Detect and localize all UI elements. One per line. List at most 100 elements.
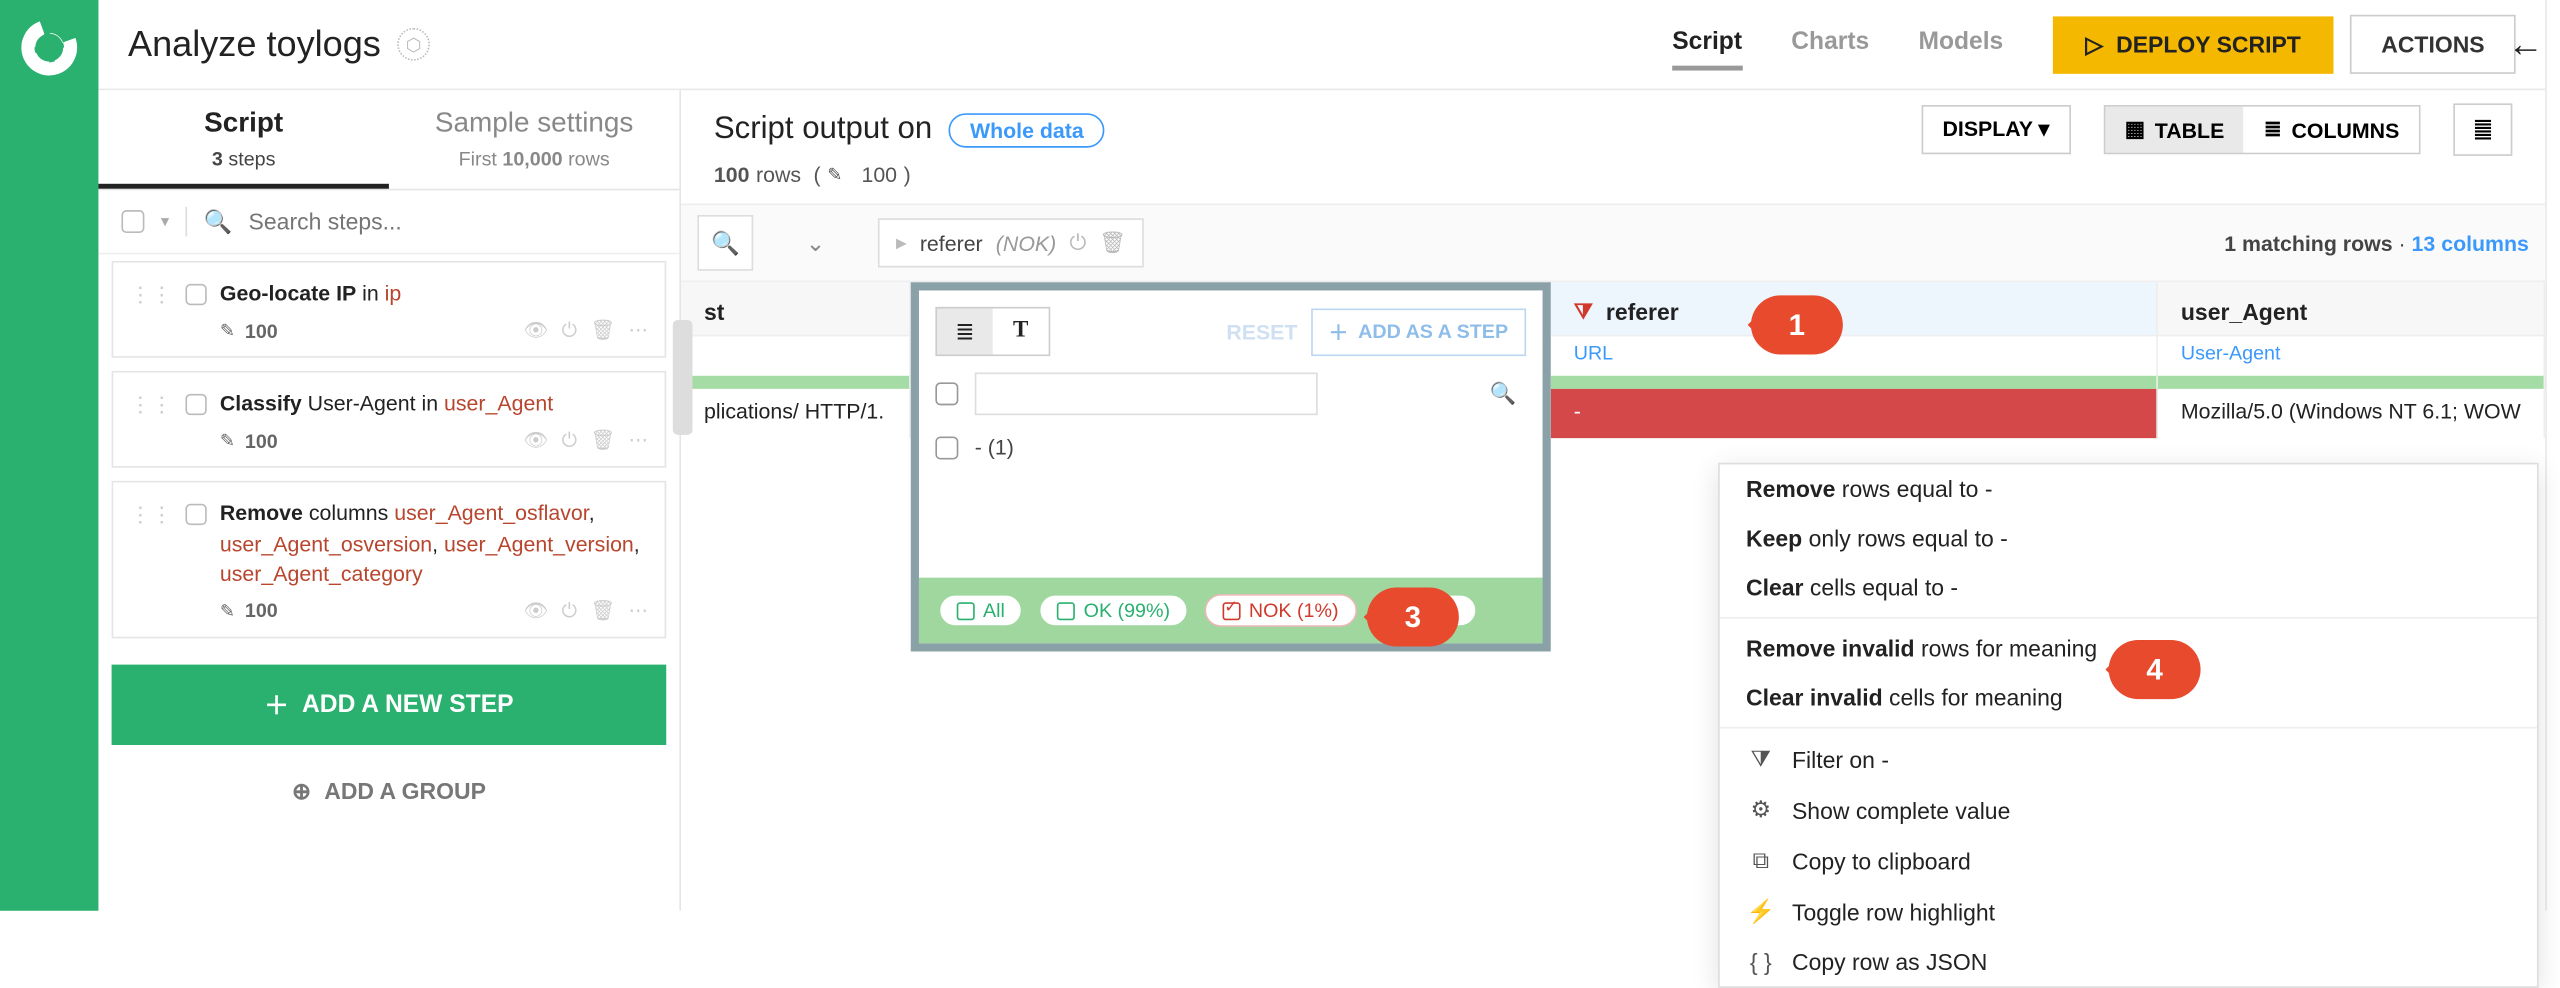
more-icon[interactable]: ⋯ bbox=[629, 319, 649, 344]
filter-nok: (NOK) bbox=[996, 231, 1056, 256]
power-icon[interactable]: ⏻ bbox=[562, 599, 578, 624]
power-icon[interactable]: ⏻ bbox=[562, 429, 578, 454]
expand-toggle-icon[interactable]: ⌄ bbox=[770, 229, 862, 257]
trash-icon[interactable]: 🗑 bbox=[590, 599, 615, 624]
list-view-icon[interactable]: ≣ bbox=[937, 309, 993, 355]
add-group-button[interactable]: ⊕ ADD A GROUP bbox=[112, 765, 667, 819]
chart-button[interactable]: ䷀ bbox=[2453, 103, 2512, 156]
main-area: Analyze toylogs ⬡ Script Charts Models ▷… bbox=[98, 0, 2545, 911]
step-checkbox[interactable] bbox=[185, 504, 206, 525]
caret-down-icon: ▾ bbox=[2039, 117, 2050, 142]
nav-tab-script[interactable]: Script bbox=[1672, 18, 1742, 71]
drag-handle-icon[interactable]: ⋮⋮ bbox=[130, 394, 173, 415]
col-header-st[interactable]: st bbox=[681, 282, 911, 335]
step-item[interactable]: ⋮⋮ Classify User-Agent in user_Agent ✎ 1… bbox=[112, 371, 667, 468]
ctx-copy-clipboard[interactable]: ⧉ Copy to clipboard bbox=[1720, 835, 2537, 886]
active-column-filter[interactable]: ▸ referer (NOK) ⏻ 🗑 bbox=[878, 218, 1145, 267]
step-checkbox[interactable] bbox=[185, 394, 206, 415]
trash-icon[interactable]: 🗑 bbox=[590, 319, 615, 344]
lp-tab-sample[interactable]: Sample settings bbox=[389, 90, 679, 147]
copy-icon: ⧉ bbox=[1746, 847, 1776, 875]
resize-handle[interactable] bbox=[673, 320, 693, 435]
popover-item-checkbox[interactable] bbox=[935, 436, 958, 459]
callout-4: 4 bbox=[2109, 640, 2201, 699]
text-view-icon[interactable]: T bbox=[993, 309, 1049, 355]
popover-select-all-checkbox[interactable] bbox=[935, 382, 958, 405]
col-header-user-agent[interactable]: user_Agent User-Agent bbox=[2158, 282, 2545, 335]
step-title: Geo-locate IP in ip bbox=[220, 279, 648, 309]
pencil-icon: ✎ bbox=[827, 164, 842, 185]
more-icon[interactable]: ⋯ bbox=[629, 599, 649, 624]
pill-ok[interactable]: OK (99%) bbox=[1039, 594, 1188, 627]
eye-icon[interactable]: 👁 bbox=[524, 429, 549, 454]
body: Script Sample settings 3 steps First 10,… bbox=[98, 90, 2545, 911]
add-group-label: ADD A GROUP bbox=[324, 779, 486, 805]
drag-handle-icon[interactable]: ⋮⋮ bbox=[130, 504, 173, 525]
ctx-toggle-highlight[interactable]: ⚡ Toggle row highlight bbox=[1720, 886, 2537, 937]
reset-button[interactable]: RESET bbox=[1226, 319, 1297, 344]
drag-handle-icon[interactable]: ⋮⋮ bbox=[130, 284, 173, 305]
display-button[interactable]: DISPLAY ▾ bbox=[1921, 105, 2070, 154]
match-info: 1 matching rows · 13 columns bbox=[2224, 231, 2529, 256]
column-analyze-popover: ≣ T RESET ＋ ADD AS A STEP bbox=[911, 282, 1551, 651]
plus-circle-icon: ⊕ bbox=[292, 778, 311, 806]
trash-icon[interactable]: 🗑 bbox=[590, 429, 615, 454]
output-title: Script output on bbox=[714, 112, 932, 148]
columns-link[interactable]: 13 columns bbox=[2412, 231, 2529, 256]
add-step-button[interactable]: ＋ ADD A NEW STEP bbox=[112, 665, 667, 745]
pill-nok[interactable]: NOK (1%) bbox=[1205, 594, 1357, 627]
view-columns-button[interactable]: ≣ COLUMNS bbox=[2244, 107, 2419, 153]
eye-icon[interactable]: 👁 bbox=[524, 319, 549, 344]
add-step-label: ADD A NEW STEP bbox=[302, 691, 514, 719]
actions-button[interactable]: ACTIONS bbox=[2350, 15, 2516, 74]
ctx-keep-equal[interactable]: Keep only rows equal to - bbox=[1720, 514, 2537, 563]
callout-3: 3 bbox=[1367, 587, 1459, 646]
step-rows: 100 bbox=[245, 430, 278, 453]
ctx-remove-equal[interactable]: Remove rows equal to - bbox=[1720, 464, 2537, 513]
add-as-step-button[interactable]: ＋ ADD AS A STEP bbox=[1311, 308, 1527, 356]
lp-sub-sample: First 10,000 rows bbox=[389, 148, 679, 189]
col-header-referer[interactable]: ⧩ referer URL bbox=[1551, 282, 2158, 335]
cell-referer[interactable]: - bbox=[1551, 389, 2158, 438]
title-info-icon[interactable]: ⬡ bbox=[397, 28, 430, 61]
ctx-filter-on[interactable]: ⧩ Filter on - bbox=[1720, 734, 2537, 785]
lp-tab-script[interactable]: Script bbox=[98, 90, 388, 147]
deploy-button[interactable]: ▷ DEPLOY SCRIPT bbox=[2053, 16, 2334, 73]
nav-tab-models[interactable]: Models bbox=[1918, 18, 2003, 71]
step-item[interactable]: ⋮⋮ Geo-locate IP in ip ✎ 100 👁 ⏻ bbox=[112, 261, 667, 358]
nav-tab-charts[interactable]: Charts bbox=[1791, 18, 1869, 71]
column-filter-row: 🔍 ⌄ ▸ referer (NOK) ⏻ 🗑 1 matching rows … bbox=[681, 203, 2545, 282]
select-all-steps-checkbox[interactable] bbox=[121, 210, 144, 233]
grid-search-button[interactable]: 🔍 bbox=[697, 215, 753, 271]
eye-icon[interactable]: 👁 bbox=[524, 599, 549, 624]
filter-icon: ⧩ bbox=[1746, 745, 1776, 773]
ctx-show-value[interactable]: ⚙ Show complete value bbox=[1720, 784, 2537, 835]
left-panel: Script Sample settings 3 steps First 10,… bbox=[98, 90, 681, 911]
data-grid: st ⧩ referer URL user_Agent User-Agent bbox=[681, 282, 2545, 438]
ctx-copy-json[interactable]: { } Copy row as JSON bbox=[1720, 937, 2537, 986]
sample-suffix: rows bbox=[568, 148, 610, 171]
step-checkbox[interactable] bbox=[185, 284, 206, 305]
gear-icon: ⚙ bbox=[1746, 796, 1776, 824]
more-icon[interactable]: ⋯ bbox=[629, 429, 649, 454]
ctx-clear-equal[interactable]: Clear cells equal to - bbox=[1720, 563, 2537, 612]
select-caret-icon[interactable]: ▾ bbox=[161, 213, 169, 231]
bar-chart-icon: ䷀ bbox=[2473, 117, 2493, 143]
step-title: Remove columns user_Agent_osflavor, user… bbox=[220, 499, 648, 589]
view-table-button[interactable]: ▦ TABLE bbox=[2105, 107, 2244, 153]
search-steps-input[interactable] bbox=[249, 208, 657, 234]
whole-data-chip[interactable]: Whole data bbox=[949, 112, 1105, 146]
nav-tabs: Script Charts Models bbox=[1672, 18, 2003, 71]
step-item[interactable]: ⋮⋮ Remove columns user_Agent_osflavor, u… bbox=[112, 481, 667, 638]
popover-search-input[interactable] bbox=[975, 373, 1318, 416]
lp-sub-steps: 3 steps bbox=[98, 148, 388, 189]
pill-all[interactable]: All bbox=[939, 594, 1023, 627]
power-icon[interactable]: ⏻ bbox=[562, 319, 578, 344]
popover-value-item[interactable]: - (1) bbox=[935, 425, 1526, 479]
back-arrow-icon[interactable]: ← bbox=[2507, 23, 2543, 66]
right-rail: ← ＋ i 💬 ◴ bbox=[2545, 0, 2560, 911]
play-icon: ▷ bbox=[2085, 30, 2103, 58]
product-logo-icon bbox=[21, 20, 77, 76]
power-icon[interactable]: ⏻ bbox=[1069, 230, 1086, 256]
trash-icon[interactable]: 🗑 bbox=[1099, 230, 1126, 256]
